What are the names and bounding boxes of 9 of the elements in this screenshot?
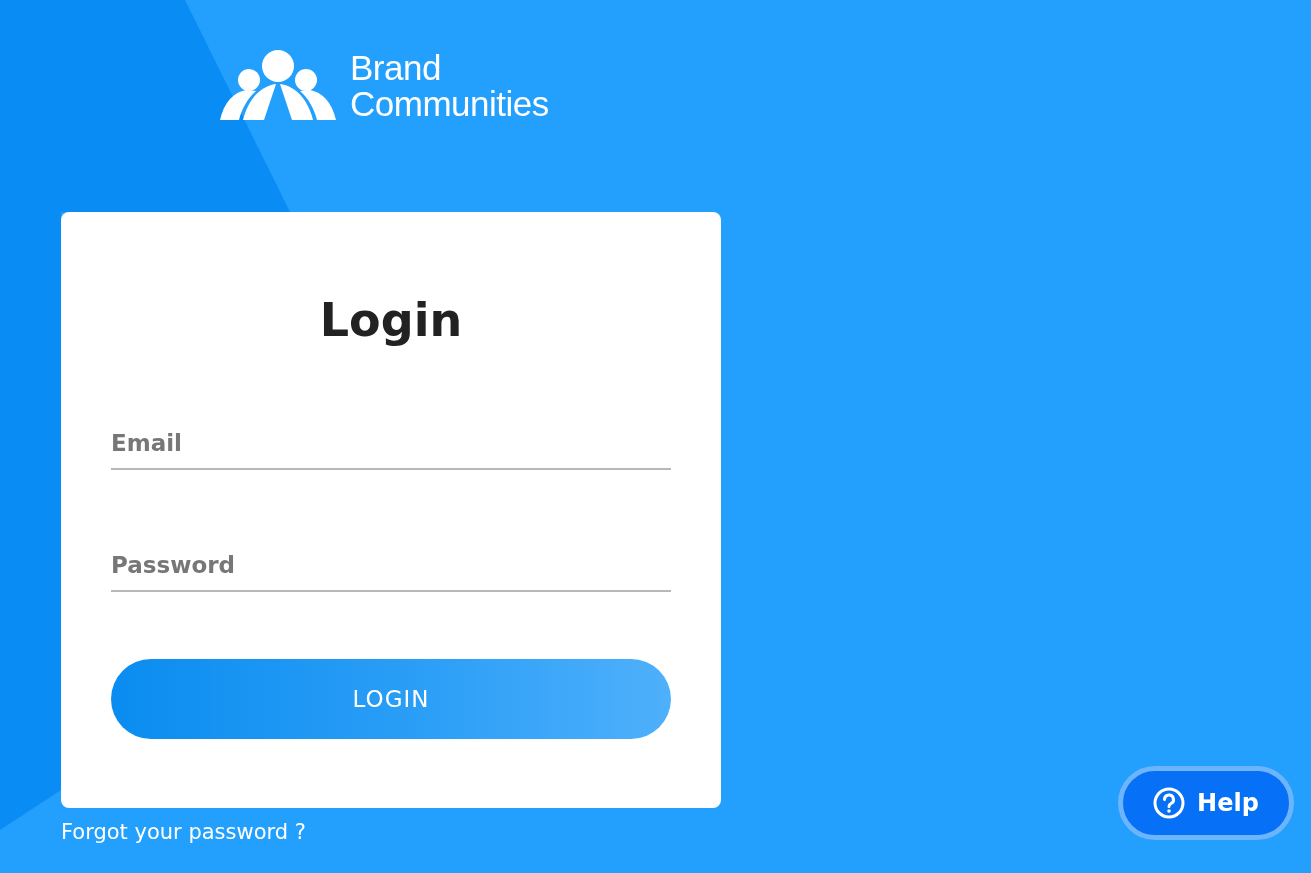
email-field[interactable]: Email — [111, 430, 671, 470]
forgot-password-link[interactable]: Forgot your password ? — [61, 820, 306, 844]
login-title: Login — [318, 292, 464, 348]
help-button[interactable]: Help — [1118, 766, 1294, 840]
password-field[interactable]: Password — [111, 552, 671, 592]
login-button[interactable]: LOGIN — [111, 659, 671, 739]
help-icon — [1153, 787, 1186, 819]
brand-name: Brand Communities — [350, 50, 549, 122]
people-icon — [220, 50, 336, 122]
